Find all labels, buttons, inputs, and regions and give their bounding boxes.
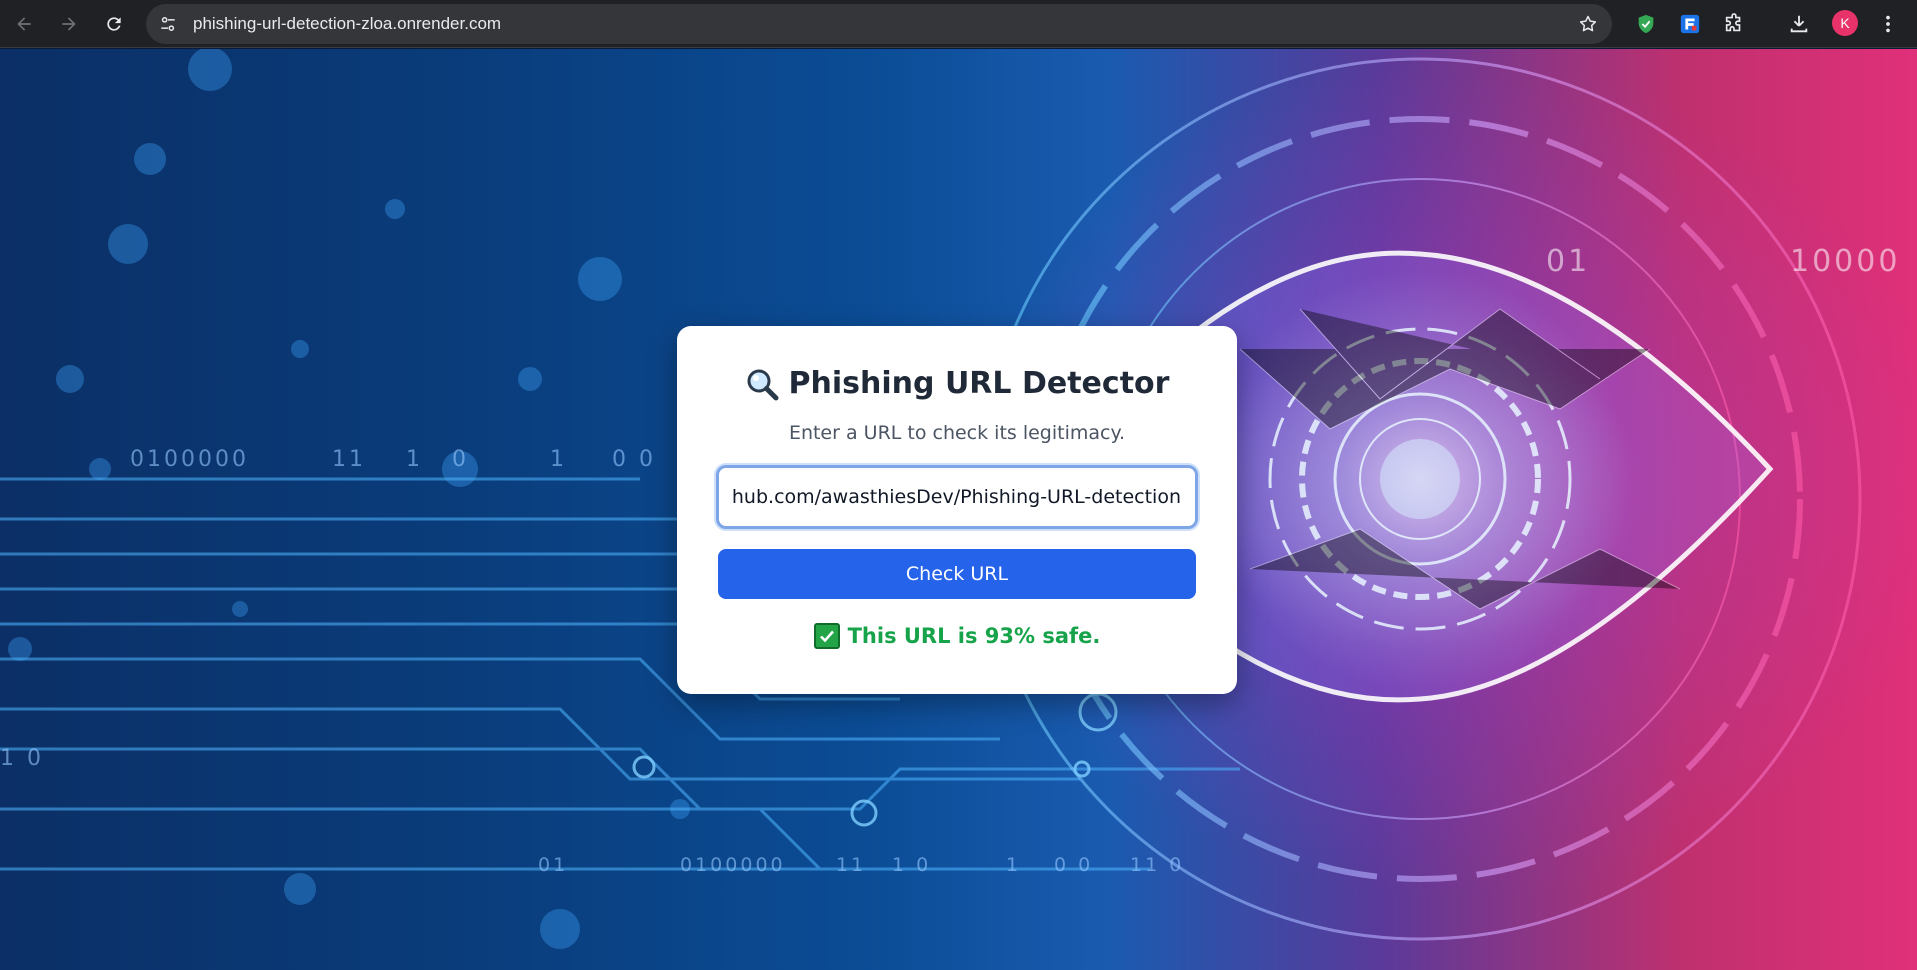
card-title: Phishing URL Detector (677, 366, 1237, 401)
binary-text: 0 (452, 447, 469, 472)
star-icon (1579, 15, 1597, 32)
check-mark-icon (813, 623, 840, 649)
bookmark-button[interactable] (1576, 12, 1600, 36)
binary-text: 0100000 (130, 447, 249, 472)
binary-text: 1 0 (892, 854, 932, 876)
binary-text: 11 0 (1130, 854, 1185, 876)
menu-button[interactable] (1872, 8, 1904, 40)
result-message: This URL is 93% safe. (677, 623, 1237, 649)
extension-app-button[interactable] (1674, 8, 1706, 40)
page-title: Phishing URL Detector (788, 366, 1170, 401)
binary-text: 1 (406, 447, 423, 472)
back-button[interactable] (8, 8, 40, 40)
more-vert-icon (1886, 15, 1890, 33)
result-text: This URL is 93% safe. (847, 624, 1101, 648)
binary-text: 0 0 (612, 447, 656, 472)
forward-button[interactable] (53, 8, 85, 40)
downloads-button[interactable] (1783, 8, 1815, 40)
extension-shield-button[interactable] (1630, 8, 1662, 40)
binary-text: 1 (1006, 854, 1022, 876)
binary-text: 11 (332, 447, 366, 472)
arrow-right-icon (62, 17, 76, 31)
card-subtitle: Enter a URL to check its legitimacy. (788, 422, 1126, 444)
detector-card: Phishing URL Detector Enter a URL to che… (677, 326, 1237, 694)
arrow-left-icon (17, 17, 31, 31)
binary-text: 0100000 (680, 854, 786, 876)
reload-icon (107, 17, 121, 31)
extensions-button[interactable] (1718, 8, 1750, 40)
url-input[interactable] (716, 465, 1198, 529)
binary-text: 01 (1546, 244, 1591, 279)
address-bar[interactable]: phishing-url-detection-zloa.onrender.com (146, 4, 1612, 44)
puzzle-icon (1725, 13, 1741, 32)
url-text[interactable]: phishing-url-detection-zloa.onrender.com (193, 14, 501, 34)
binary-text: 0 0 (1054, 854, 1094, 876)
extension-app-icon (1680, 14, 1700, 34)
site-info-button[interactable] (156, 12, 180, 36)
download-icon (1790, 15, 1808, 33)
check-url-button[interactable]: Check URL (718, 549, 1196, 599)
binary-text: 1 (550, 447, 567, 472)
binary-text: 10000 (1790, 244, 1901, 279)
binary-text: 1 0 (0, 746, 44, 771)
profile-avatar[interactable]: K (1832, 10, 1858, 36)
binary-text: 11 (836, 854, 867, 876)
binary-text: 01 (538, 854, 569, 876)
magnifier-icon (747, 369, 779, 400)
tune-icon (161, 17, 175, 31)
browser-toolbar: phishing-url-detection-zloa.onrender.com… (0, 0, 1917, 48)
shield-check-icon (1638, 14, 1654, 34)
reload-button[interactable] (98, 8, 130, 40)
